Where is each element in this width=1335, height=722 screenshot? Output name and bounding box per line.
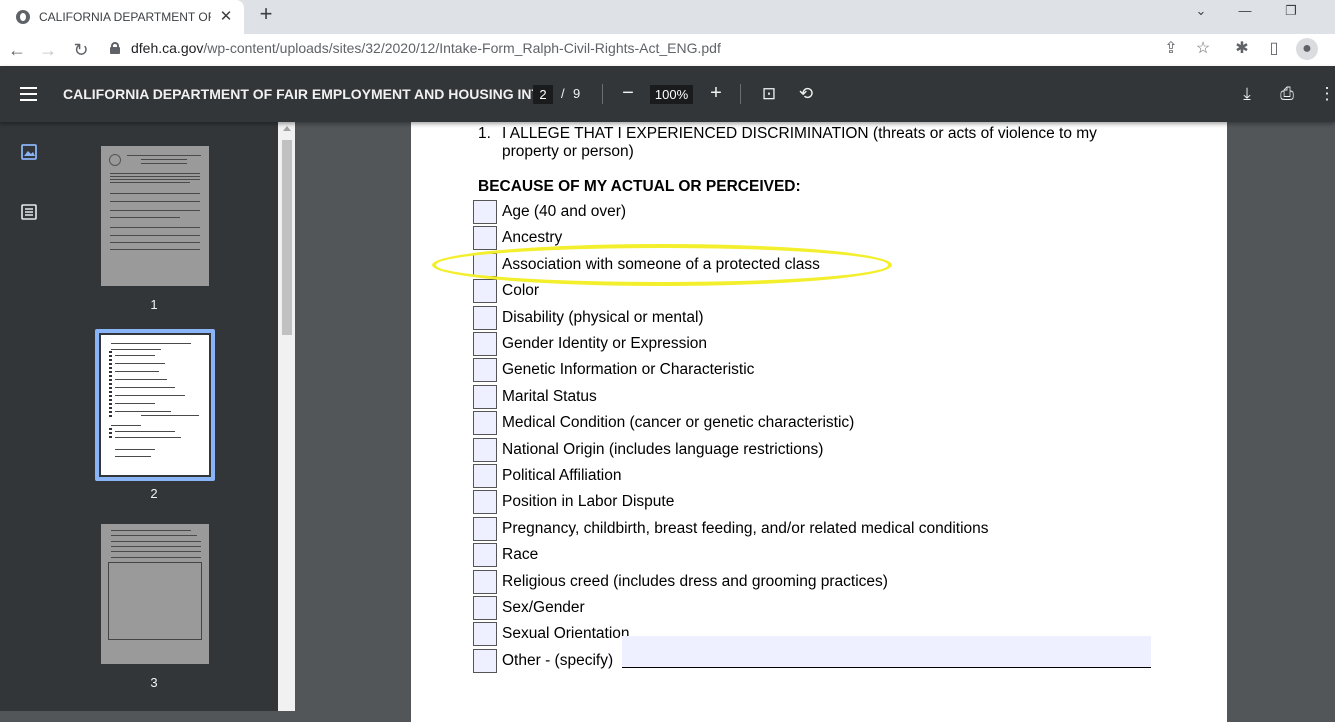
option-label: Association with someone of a protected … <box>502 255 820 273</box>
option-checkbox[interactable] <box>473 305 497 330</box>
download-icon[interactable]: ⤓ <box>1236 83 1258 105</box>
option-checkbox[interactable] <box>473 200 497 224</box>
url-text: dfeh.ca.gov/wp-content/uploads/sites/32/… <box>131 40 721 56</box>
divider <box>602 84 603 104</box>
option-checkbox[interactable] <box>473 358 497 383</box>
print-icon[interactable]: ⎙ <box>1276 83 1298 105</box>
page-separator: / <box>561 86 565 101</box>
question-number: 1. <box>478 125 491 142</box>
option-label: Genetic Information or Characteristic <box>502 361 755 379</box>
option-label: Sex/Gender <box>502 599 585 616</box>
address-bar[interactable]: dfeh.ca.gov/wp-content/uploads/sites/32/… <box>104 35 1222 61</box>
option-checkbox[interactable] <box>473 252 497 277</box>
zoom-out-button[interactable]: − <box>617 82 639 104</box>
side-panel-icon[interactable]: ▯ <box>1263 38 1285 60</box>
close-tab-icon[interactable]: ✕ <box>218 9 234 25</box>
option-checkbox[interactable] <box>473 411 497 436</box>
option-checkbox[interactable] <box>473 648 497 673</box>
option-label: Medical Condition (cancer or genetic cha… <box>502 414 855 432</box>
tab-strip: CALIFORNIA DEPARTMENT OF FA ✕ + ⌄ — ❐ <box>0 0 1335 34</box>
section-heading: BECAUSE OF MY ACTUAL OR PERCEIVED: <box>478 178 801 195</box>
minimize-button[interactable]: — <box>1222 0 1268 28</box>
option-checkbox[interactable] <box>473 437 497 462</box>
outline-view-icon[interactable] <box>20 203 38 221</box>
option-label: Political Affiliation <box>502 467 622 484</box>
menu-icon[interactable] <box>20 87 37 101</box>
reload-icon[interactable]: ↻ <box>67 36 95 64</box>
zoom-in-button[interactable]: + <box>705 82 727 104</box>
new-tab-button[interactable]: + <box>255 3 277 25</box>
question-text: I ALLEGE THAT I EXPERIENCED DISCRIMINATI… <box>502 125 1097 160</box>
option-label: Age (40 and over) <box>502 203 627 220</box>
globe-icon <box>16 10 30 24</box>
browser-tab[interactable]: CALIFORNIA DEPARTMENT OF FA ✕ <box>0 0 244 34</box>
option-label: Race <box>502 546 539 564</box>
other-specify-field[interactable] <box>622 636 1151 668</box>
option-checkbox[interactable] <box>473 596 497 620</box>
option-label: Gender Identity or Expression <box>502 335 708 352</box>
page-thumbnail-2[interactable] <box>101 335 209 475</box>
tab-search-icon[interactable]: ⌄ <box>1178 0 1224 28</box>
fit-page-icon[interactable]: ⊡ <box>758 83 780 105</box>
option-checkbox[interactable] <box>473 464 497 488</box>
pdf-toolbar: CALIFORNIA DEPARTMENT OF FAIR EMPLOYMENT… <box>0 66 1335 122</box>
zoom-input[interactable]: 100% <box>650 85 693 104</box>
share-icon[interactable]: ⇪ <box>1160 38 1182 60</box>
option-label: Marital Status <box>502 387 597 405</box>
url-path: /wp-content/uploads/sites/32/2020/12/Int… <box>203 40 721 56</box>
divider <box>740 84 741 104</box>
option-checkbox[interactable] <box>473 622 497 647</box>
option-label: Religious creed (includes dress and groo… <box>502 572 888 590</box>
option-checkbox[interactable] <box>473 384 497 409</box>
option-label: Disability (physical or mental) <box>502 308 704 326</box>
pdf-page: 1. I ALLEGE THAT I EXPERIENCED DISCRIMIN… <box>411 122 1227 722</box>
option-checkbox[interactable] <box>473 516 497 541</box>
rotate-icon[interactable]: ⟲ <box>795 83 817 105</box>
thumbnail-label: 2 <box>150 486 158 501</box>
option-label: Sexual Orientation <box>502 625 630 643</box>
seal-icon <box>109 154 121 166</box>
document-title: CALIFORNIA DEPARTMENT OF FAIR EMPLOYMENT… <box>63 86 551 102</box>
extensions-icon[interactable]: ✱ <box>1231 38 1253 60</box>
page-thumbnail-3[interactable] <box>101 524 209 664</box>
thumbnail-label: 3 <box>150 675 158 690</box>
url-host: dfeh.ca.gov <box>131 40 204 56</box>
more-options-icon[interactable]: ⋮ <box>1316 83 1335 105</box>
tab-title: CALIFORNIA DEPARTMENT OF FA <box>39 10 211 24</box>
option-label: Position in Labor Dispute <box>502 493 675 511</box>
lock-icon[interactable] <box>110 42 120 54</box>
forward-icon[interactable]: → <box>34 36 62 64</box>
option-checkbox[interactable] <box>473 226 497 251</box>
thumbnails-view-icon[interactable] <box>20 143 38 161</box>
option-label: Color <box>502 282 540 300</box>
profile-avatar-icon[interactable]: ● <box>1296 38 1318 60</box>
bookmark-star-icon[interactable]: ☆ <box>1192 38 1214 60</box>
thumbnail-sidebar: 1 2 3 <box>0 122 278 711</box>
page-count: 9 <box>573 86 581 101</box>
restore-button[interactable]: ❐ <box>1268 0 1314 28</box>
option-label: National Origin (includes language restr… <box>502 440 824 458</box>
option-label: Other - (specify) <box>502 651 614 669</box>
option-checkbox[interactable] <box>473 569 497 594</box>
browser-toolbar: ← → ↻ dfeh.ca.gov/wp-content/uploads/sit… <box>0 34 1335 66</box>
option-checkbox[interactable] <box>473 543 497 568</box>
sidebar-scrollbar-thumb[interactable] <box>282 140 292 335</box>
option-label: Pregnancy, childbirth, breast feeding, a… <box>502 519 989 537</box>
page-number-input[interactable]: 2 <box>533 85 553 104</box>
page-thumbnail-1[interactable] <box>101 146 209 286</box>
option-checkbox[interactable] <box>473 279 497 304</box>
close-window-button[interactable] <box>1312 0 1335 28</box>
scroll-up-arrow-icon[interactable] <box>283 126 291 131</box>
back-icon[interactable]: ← <box>3 36 31 64</box>
option-label: Ancestry <box>502 229 563 247</box>
option-checkbox[interactable] <box>473 332 497 356</box>
option-checkbox[interactable] <box>473 490 497 515</box>
thumbnail-label: 1 <box>150 297 158 312</box>
